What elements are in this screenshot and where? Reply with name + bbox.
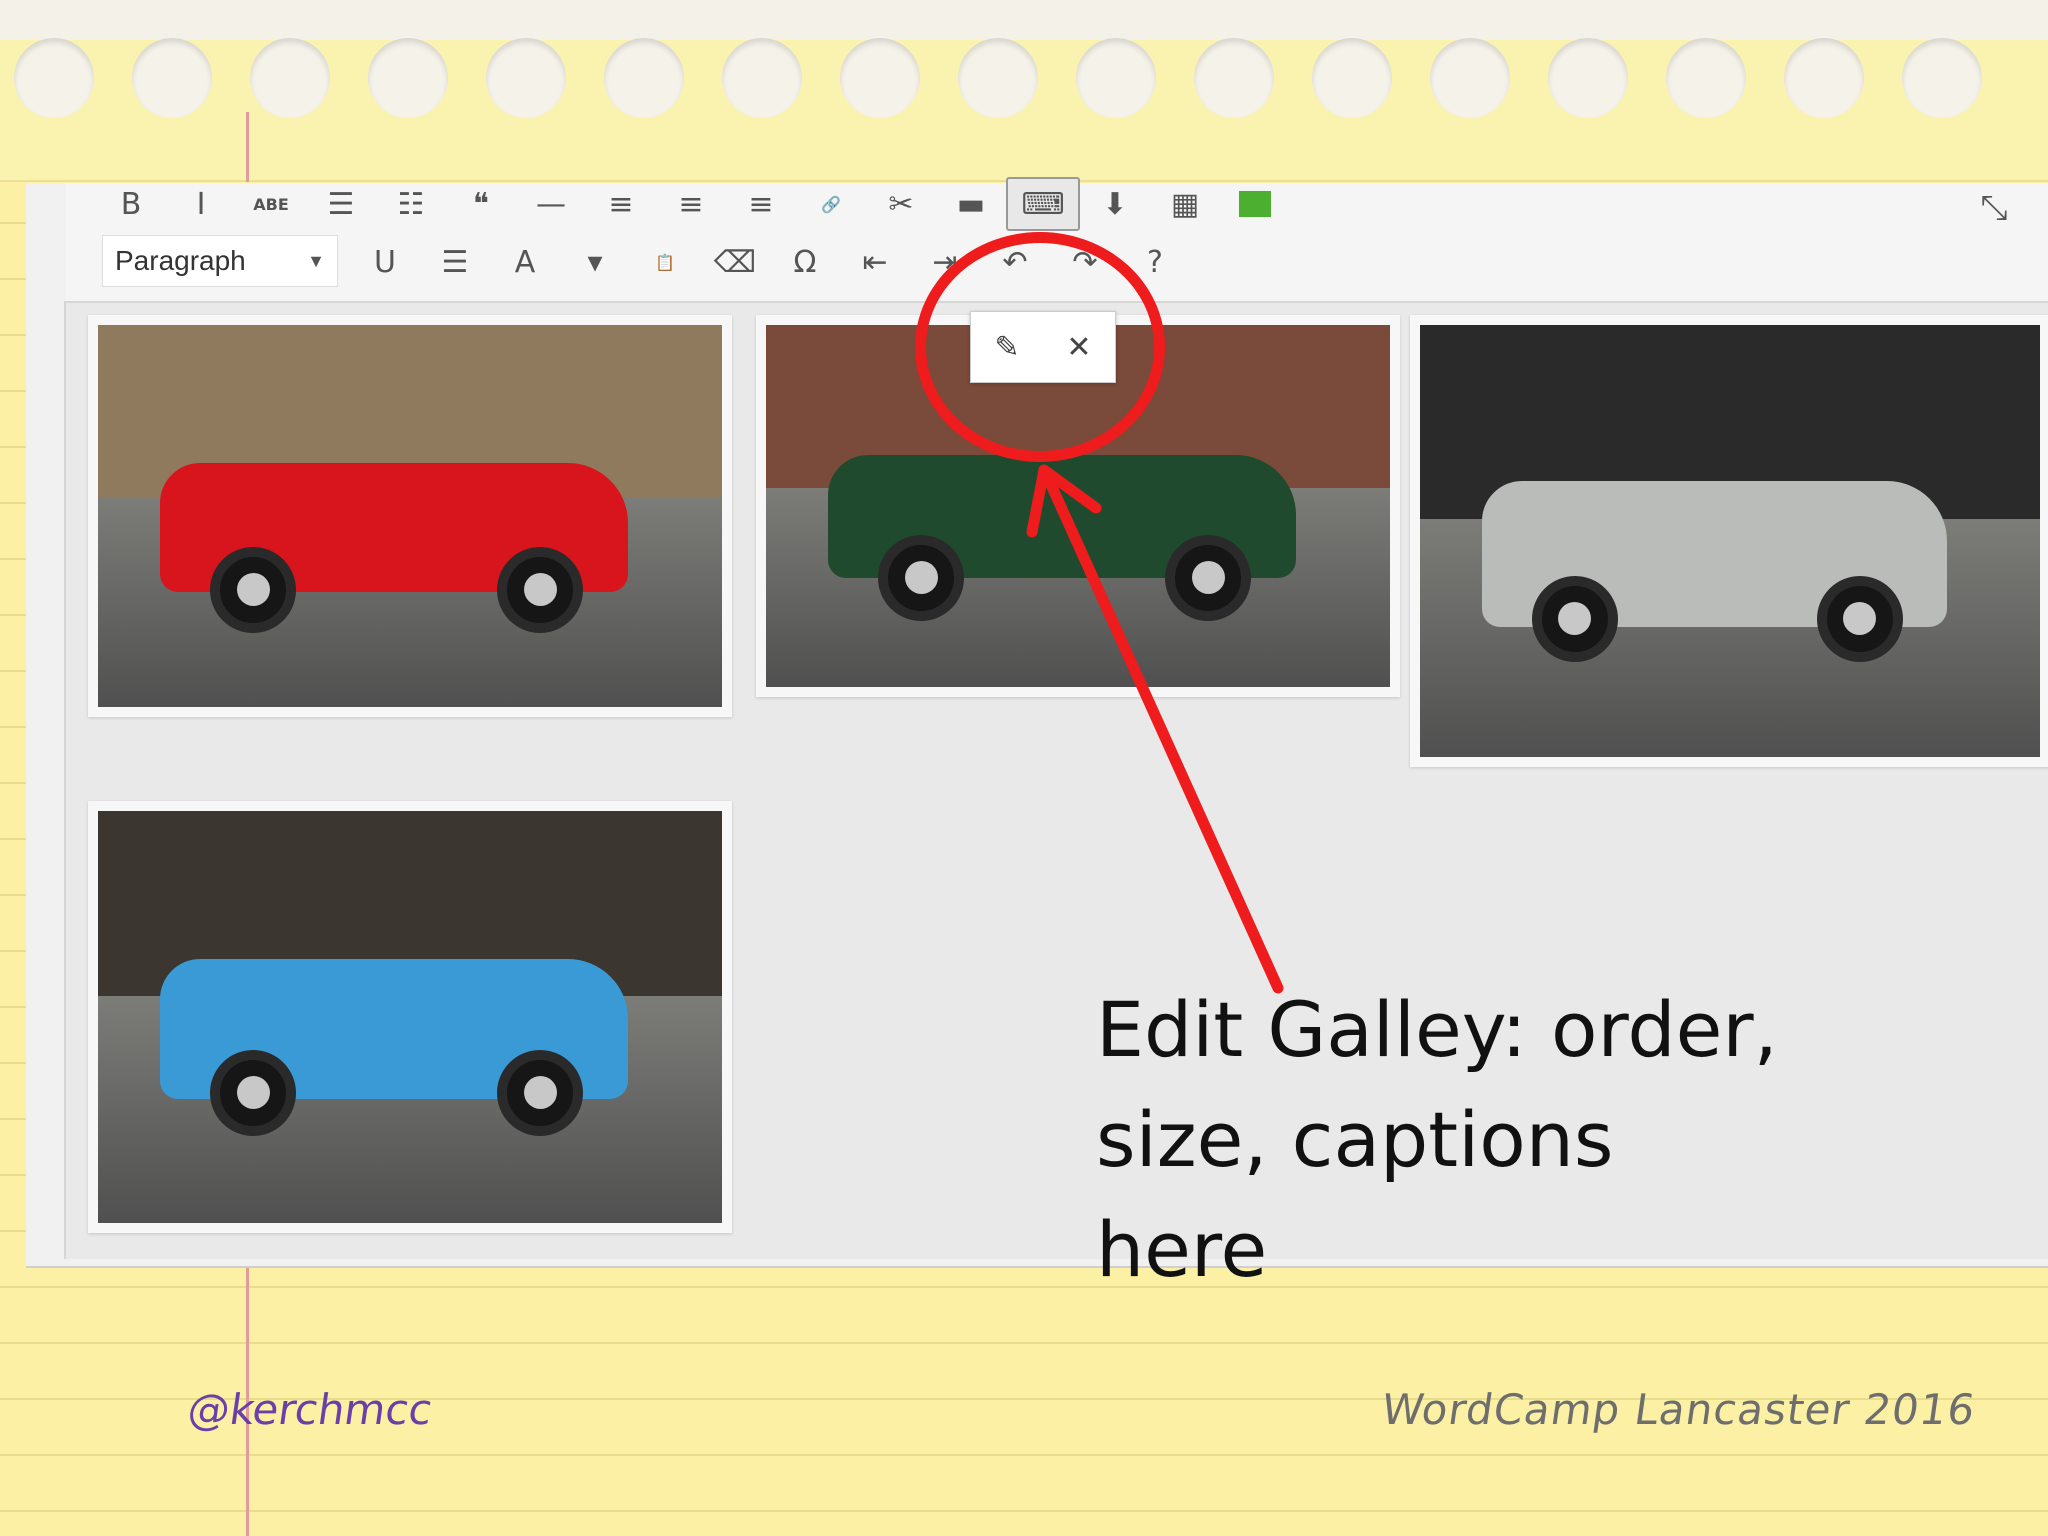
annotation-line-2: size, captions here (1096, 1095, 1614, 1294)
annotation-text: Edit Galley: order, size, captions here (1096, 975, 1796, 1305)
annotation-arrow (1026, 464, 1284, 994)
event-name: WordCamp Lancaster 2016 (1378, 1385, 1979, 1434)
author-handle: @kerchmcc (184, 1385, 436, 1434)
annotation-line-1: Edit Galley: order, (1096, 985, 1778, 1074)
